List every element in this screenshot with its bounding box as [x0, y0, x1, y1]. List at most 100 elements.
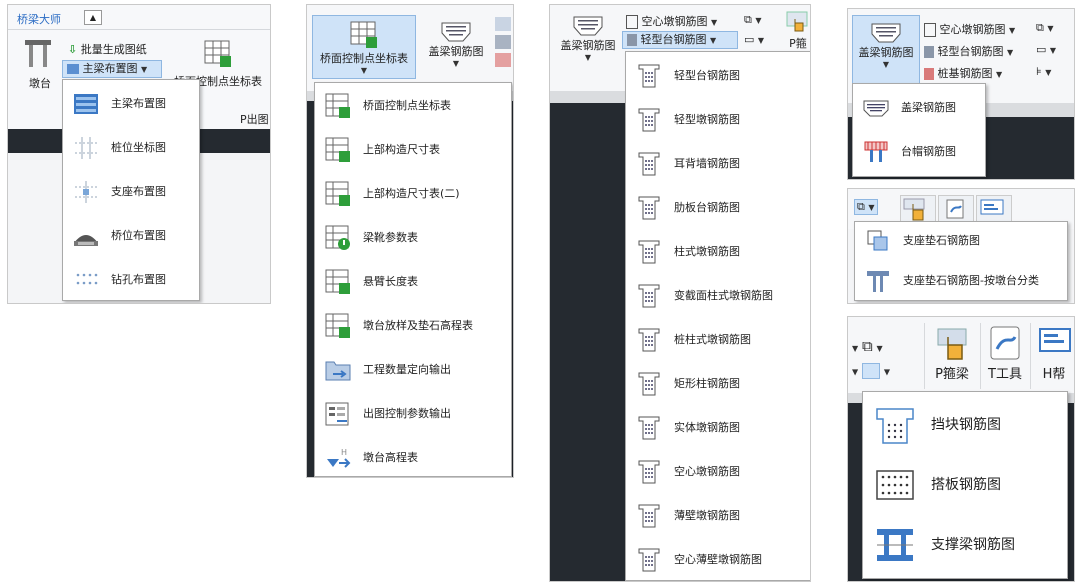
- table-icon: [325, 93, 350, 118]
- control-point-table-button[interactable]: 桥面控制点坐标表 ▼: [312, 15, 416, 79]
- light-abutment-rebar-button[interactable]: 轻型台钢筋图 ▼: [622, 31, 738, 49]
- hollow-pier-rebar-button[interactable]: 空心墩钢筋图 ▼: [626, 13, 717, 29]
- chevron-down-icon: ▼: [360, 66, 368, 75]
- main-girder-button[interactable]: 主梁布置图 ▼: [62, 60, 162, 78]
- pile-coordinate-icon: [75, 137, 97, 159]
- hand-pointer-icon: [937, 328, 967, 360]
- menu-item-label: 出图控制参数输出: [363, 407, 451, 420]
- menu-item-light-abutment-rebar[interactable]: 轻型台钢筋图: [626, 54, 810, 98]
- menu-item-solid-pier-rebar[interactable]: 实体墩钢筋图: [626, 406, 810, 450]
- menu-item-bearing-pad-rebar[interactable]: 支座垫石钢筋图: [855, 222, 1067, 260]
- rebar-mesh-icon: [638, 460, 660, 484]
- batch-generate-label: 批量生成图纸: [80, 43, 147, 56]
- pier-abutment-button[interactable]: 墩台: [22, 37, 58, 97]
- pad-icon: ▭: [1036, 43, 1047, 56]
- menu-item-light-pier-rebar[interactable]: 轻型墩钢筋图: [626, 98, 810, 142]
- menu-item-approach-slab-rebar[interactable]: 搭板钢筋图: [863, 456, 1067, 514]
- help-label: H帮: [1042, 367, 1066, 382]
- menu-item-label: 主梁布置图: [111, 97, 166, 110]
- menu-item-support-beam-rebar[interactable]: 支撑梁钢筋图: [863, 516, 1067, 574]
- table-down-icon: [325, 313, 350, 338]
- menu-item-block-rebar[interactable]: 挡块钢筋图: [863, 396, 1067, 454]
- tools-button[interactable]: T工具: [980, 323, 1029, 389]
- menu-item-label: 空心墩钢筋图: [674, 465, 740, 478]
- tool-button[interactable]: ⊧ ▼: [1036, 65, 1051, 78]
- pier-small-icon: [626, 15, 638, 29]
- chevron-down-icon: ▼: [141, 65, 148, 74]
- menu-item-pile-column-pier-rebar[interactable]: 桩柱式墩钢筋图: [626, 318, 810, 362]
- main-girder-dropdown: 主梁布置图 桩位坐标图 支座布置图 桥位布置图 钻孔布置图: [62, 79, 200, 301]
- light-abutment-label: 轻型台钢筋图: [937, 45, 1004, 58]
- menu-item-pile-coordinates[interactable]: 桩位坐标图: [63, 126, 199, 170]
- menu-item-control-point-table[interactable]: 桥面控制点坐标表: [315, 84, 511, 128]
- link-icon: [990, 326, 1020, 360]
- pier-small-icon[interactable]: [495, 17, 511, 31]
- copy-button[interactable]: ▼ ⧉ ▼: [852, 337, 883, 355]
- cap-beam-rebar-button[interactable]: 盖梁钢筋图 ▼: [852, 15, 920, 85]
- menu-item-bearing-layout[interactable]: 支座布置图: [63, 170, 199, 214]
- bearing-pad-icon: [867, 230, 888, 251]
- menu-item-cantilever-length[interactable]: 悬臂长度表: [315, 260, 511, 304]
- help-button[interactable]: H帮: [1030, 323, 1074, 389]
- menu-item-label: 盖梁钢筋图: [901, 101, 956, 114]
- monitor-icon: [1039, 328, 1071, 352]
- menu-item-cap-beam-rebar[interactable]: 盖梁钢筋图: [853, 86, 985, 130]
- copy-button[interactable]: ⧉ ▼: [854, 199, 878, 215]
- ribbon-collapse-button[interactable]: ▲: [84, 10, 102, 25]
- menu-item-beam-shoe-params[interactable]: 梁靴参数表: [315, 216, 511, 260]
- cap-beam-rebar-button[interactable]: 盖梁钢筋图 ▼: [423, 17, 489, 79]
- main-girder-icon: [67, 64, 79, 74]
- menu-item-variable-column-pier-rebar[interactable]: 变截面柱式墩钢筋图: [626, 274, 810, 318]
- pad-button[interactable]: ▭ ▼: [1036, 43, 1056, 56]
- pad-button[interactable]: ▼ ▼: [852, 363, 890, 379]
- cap-beam-rebar-button[interactable]: 盖梁钢筋图 ▼: [555, 13, 621, 75]
- menu-item-column-pier-rebar[interactable]: 柱式墩钢筋图: [626, 230, 810, 274]
- menu-item-pier-elevation-table[interactable]: H 墩台高程表: [315, 436, 511, 477]
- menu-item-hollow-pier-rebar[interactable]: 空心墩钢筋图: [626, 450, 810, 494]
- menu-item-main-girder-layout[interactable]: 主梁布置图: [63, 82, 199, 126]
- batch-generate-button[interactable]: ⇩ 批量生成图纸: [68, 41, 147, 57]
- menu-item-quantity-export[interactable]: 工程数量定向输出: [315, 348, 511, 392]
- menu-item-superstructure-table[interactable]: 上部构造尺寸表: [315, 128, 511, 172]
- menu-item-thin-wall-pier-rebar[interactable]: 薄壁墩钢筋图: [626, 494, 810, 538]
- control-table-dropdown: 桥面控制点坐标表 上部构造尺寸表 上部构造尺寸表(二) 梁靴参数表 悬臂长度表 …: [314, 82, 512, 477]
- menu-item-superstructure-table-2[interactable]: 上部构造尺寸表(二): [315, 172, 511, 216]
- menu-item-abutment-cap-rebar[interactable]: 台帽钢筋图: [853, 130, 985, 174]
- chevron-down-icon: ▼: [852, 367, 859, 377]
- menu-item-label: 薄壁墩钢筋图: [674, 509, 740, 522]
- p-stirrup-beam-button[interactable]: P箍梁: [924, 323, 979, 389]
- menu-item-hollow-thin-wall-pier-rebar[interactable]: 空心薄壁墩钢筋图: [626, 538, 810, 581]
- menu-item-borehole-layout[interactable]: 钻孔布置图: [63, 258, 199, 302]
- menu-item-label: 变截面柱式墩钢筋图: [674, 289, 773, 302]
- copy-button[interactable]: ⧉ ▼: [744, 13, 762, 27]
- panel-cap-beam-menu: 盖梁钢筋图 ▼ 空心墩钢筋图 ▼ 轻型台钢筋图 ▼ 桩基钢筋图 ▼ ⧉ ▼ ▭ …: [847, 8, 1075, 180]
- pad-button[interactable]: ▭ ▼: [744, 33, 764, 46]
- menu-item-ear-back-wall-rebar[interactable]: 耳背墙钢筋图: [626, 142, 810, 186]
- ribbon-tab-bridge-master[interactable]: 桥梁大师: [17, 11, 61, 27]
- rebar-mesh-icon: [638, 372, 660, 396]
- panel-block-rebar-menu: ▼ ⧉ ▼ ▼ ▼ P箍梁 T工具 H帮 挡块钢筋图 搭板钢筋图 支撑梁钢筋图: [847, 316, 1075, 582]
- menu-item-pier-staking-elevation[interactable]: 墩台放样及垫石高程表: [315, 304, 511, 348]
- hand-pointer-icon: [786, 11, 808, 32]
- menu-item-rib-abutment-rebar[interactable]: 肋板台钢筋图: [626, 186, 810, 230]
- chevron-down-icon: ▼: [711, 18, 718, 27]
- chevron-down-icon: ▼: [876, 344, 883, 353]
- copy-button[interactable]: ⧉ ▼: [1036, 21, 1054, 35]
- menu-item-rect-column-rebar[interactable]: 矩形柱钢筋图: [626, 362, 810, 406]
- p-output-label: P出图: [240, 113, 269, 126]
- menu-item-label: 梁靴参数表: [363, 231, 418, 244]
- menu-item-label: 桥位布置图: [111, 229, 166, 242]
- chevron-down-icon: ▼: [852, 344, 859, 353]
- red-mesh-small-icon[interactable]: [495, 53, 511, 67]
- mesh-small-icon[interactable]: [495, 35, 511, 49]
- menu-item-bridge-site-layout[interactable]: 桥位布置图: [63, 214, 199, 258]
- chevron-down-icon: ▼: [883, 367, 890, 377]
- rebar-mesh-icon: [638, 548, 660, 572]
- light-abutment-rebar-button[interactable]: 轻型台钢筋图 ▼: [924, 43, 1013, 59]
- menu-item-plot-control-export[interactable]: 出图控制参数输出: [315, 392, 511, 436]
- hollow-pier-rebar-button[interactable]: 空心墩钢筋图 ▼: [924, 21, 1015, 37]
- pile-cap-rebar-button[interactable]: 桩基钢筋图 ▼: [924, 65, 1002, 81]
- menu-item-bearing-pad-by-pier[interactable]: 支座垫石钢筋图-按墩台分类: [855, 262, 1067, 300]
- bridge-site-icon: [74, 235, 98, 246]
- cap-beam-icon: [441, 22, 471, 42]
